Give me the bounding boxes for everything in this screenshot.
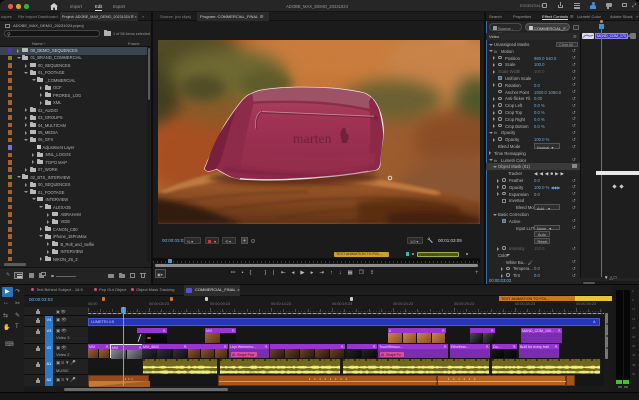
svg-text:marten: marten xyxy=(293,131,332,146)
svg-text:adventure: adventure xyxy=(306,146,333,150)
